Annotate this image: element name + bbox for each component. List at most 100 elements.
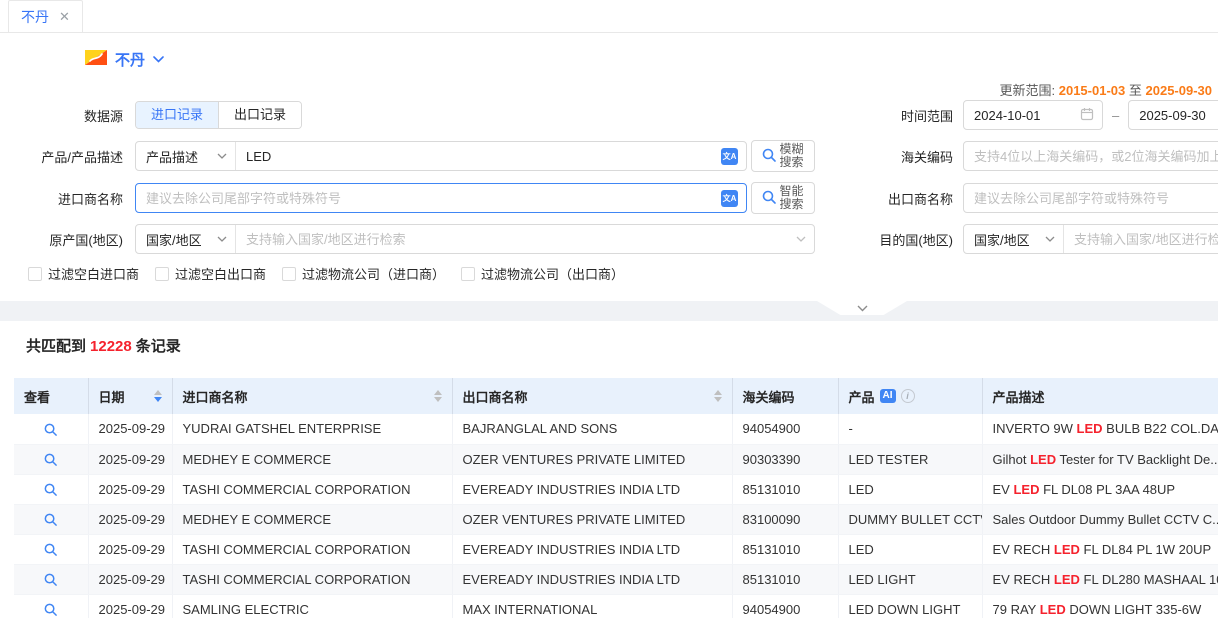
view-cell[interactable] xyxy=(14,594,88,618)
view-cell[interactable] xyxy=(14,504,88,534)
hs-code-cell: 90303390 xyxy=(732,444,838,474)
exporter-link[interactable]: EVEREADY INDUSTRIES INDIA LTD xyxy=(452,534,732,564)
end-date-input[interactable]: 2025-09-30 xyxy=(1128,100,1218,130)
product-input-group: 产品描述 文A xyxy=(135,141,747,171)
product-cell[interactable]: LED xyxy=(838,534,982,564)
product-type-select[interactable]: 产品描述 xyxy=(136,142,236,170)
description-cell: EV RECH LED FL DL280 MASHAAL 10... xyxy=(982,564,1218,594)
description-cell: 79 RAY LED DOWN LIGHT 335-6W xyxy=(982,594,1218,618)
export-records-option[interactable]: 出口记录 xyxy=(219,102,301,128)
hs-code-input[interactable] xyxy=(963,141,1218,171)
start-date-value: 2024-10-01 xyxy=(974,108,1041,123)
filter-logistics-exporter-checkbox[interactable]: 过滤物流公司（出口商） xyxy=(461,264,624,283)
origin-input-group: 国家/地区 xyxy=(135,224,815,254)
magnifier-icon[interactable] xyxy=(43,422,58,437)
fuzzy-search-label: 模糊搜索 xyxy=(780,143,806,169)
import-records-option[interactable]: 进口记录 xyxy=(136,102,219,128)
description-cell: Sales Outdoor Dummy Bullet CCTV C... xyxy=(982,504,1218,534)
smart-search-button[interactable]: 智能搜索 xyxy=(751,182,815,214)
sort-icons[interactable] xyxy=(714,390,722,402)
date-cell: 2025-09-29 xyxy=(88,504,172,534)
exporter-link[interactable]: BAJRANGLAL AND SONS xyxy=(452,414,732,444)
collapse-panel-handle[interactable] xyxy=(817,301,907,315)
exporter-link[interactable]: EVEREADY INDUSTRIES INDIA LTD xyxy=(452,474,732,504)
view-cell[interactable] xyxy=(14,564,88,594)
hs-code-cell: 85131010 xyxy=(732,534,838,564)
magnifier-icon[interactable] xyxy=(43,542,58,557)
col-product-label: 产品 xyxy=(849,387,875,406)
col-product: 产品 AI i xyxy=(838,378,982,414)
filter-panel: 不丹 更新范围: 2015-01-03 至 2025-09-30 数据源 进口记… xyxy=(0,33,1218,301)
translate-icon[interactable]: 文A xyxy=(721,190,738,207)
table-row: 2025-09-29YUDRAI GATSHEL ENTERPRISEBAJRA… xyxy=(14,414,1218,444)
exporter-input[interactable] xyxy=(963,183,1218,213)
view-cell[interactable] xyxy=(14,534,88,564)
origin-country-input[interactable] xyxy=(236,225,796,253)
col-importer[interactable]: 进口商名称 xyxy=(172,378,452,414)
magnifier-icon xyxy=(761,147,777,166)
magnifier-icon[interactable] xyxy=(43,452,58,467)
product-cell[interactable]: DUMMY BULLET CCTV... xyxy=(838,504,982,534)
exporter-link[interactable]: OZER VENTURES PRIVATE LIMITED xyxy=(452,444,732,474)
importer-link[interactable]: TASHI COMMERCIAL CORPORATION xyxy=(172,534,452,564)
product-input[interactable] xyxy=(236,142,721,170)
sort-icons[interactable] xyxy=(154,390,162,402)
exporter-link[interactable]: OZER VENTURES PRIVATE LIMITED xyxy=(452,504,732,534)
magnifier-icon[interactable] xyxy=(43,512,58,527)
col-date[interactable]: 日期 xyxy=(88,378,172,414)
description-cell: INVERTO 9W LED BULB B22 COL.DA ... xyxy=(982,414,1218,444)
update-range-label: 更新范围: xyxy=(999,83,1055,98)
tab-bar: 不丹 ✕ xyxy=(0,0,1218,33)
table-row: 2025-09-29TASHI COMMERCIAL CORPORATIONEV… xyxy=(14,474,1218,504)
date-cell: 2025-09-29 xyxy=(88,534,172,564)
tab-bhutan[interactable]: 不丹 ✕ xyxy=(8,0,83,32)
destination-type-select[interactable]: 国家/地区 xyxy=(964,225,1064,253)
magnifier-icon[interactable] xyxy=(43,482,58,497)
view-cell[interactable] xyxy=(14,414,88,444)
sort-icons[interactable] xyxy=(434,390,442,402)
importer-link[interactable]: TASHI COMMERCIAL CORPORATION xyxy=(172,564,452,594)
description-cell: EV LED FL DL08 PL 3AA 48UP xyxy=(982,474,1218,504)
product-cell[interactable]: LED xyxy=(838,474,982,504)
translate-icon[interactable]: 文A xyxy=(721,148,738,165)
chevron-down-icon[interactable] xyxy=(796,236,806,242)
table-header-row: 查看 日期 进口商名称 出口商名称 xyxy=(14,378,1218,414)
table-row: 2025-09-29MEDHEY E COMMERCEOZER VENTURES… xyxy=(14,504,1218,534)
product-cell[interactable]: LED LIGHT xyxy=(838,564,982,594)
filter-logistics-importer-checkbox[interactable]: 过滤物流公司（进口商） xyxy=(282,264,445,283)
checkbox-label: 过滤物流公司（出口商） xyxy=(481,264,624,283)
destination-country-input[interactable] xyxy=(1064,225,1218,253)
description-cell: EV RECH LED FL DL84 PL 1W 20UP xyxy=(982,534,1218,564)
info-icon[interactable]: i xyxy=(901,389,915,403)
magnifier-icon xyxy=(761,189,777,208)
importer-link[interactable]: MEDHEY E COMMERCE xyxy=(172,444,452,474)
chevron-down-icon[interactable] xyxy=(153,56,164,63)
origin-type-select[interactable]: 国家/地区 xyxy=(136,225,236,253)
col-exporter[interactable]: 出口商名称 xyxy=(452,378,732,414)
importer-link[interactable]: TASHI COMMERCIAL CORPORATION xyxy=(172,474,452,504)
tab-close-icon[interactable]: ✕ xyxy=(59,9,70,25)
magnifier-icon[interactable] xyxy=(43,572,58,587)
exporter-link[interactable]: EVEREADY INDUSTRIES INDIA LTD xyxy=(452,564,732,594)
start-date-input[interactable]: 2024-10-01 xyxy=(963,100,1103,130)
importer-link[interactable]: YUDRAI GATSHEL ENTERPRISE xyxy=(172,414,452,444)
importer-input[interactable] xyxy=(136,184,721,212)
date-cell: 2025-09-29 xyxy=(88,594,172,618)
filter-blank-importer-checkbox[interactable]: 过滤空白进口商 xyxy=(28,264,139,283)
hs-code-cell: 85131010 xyxy=(732,564,838,594)
product-cell[interactable]: LED DOWN LIGHT xyxy=(838,594,982,618)
fuzzy-search-button[interactable]: 模糊搜索 xyxy=(751,140,815,172)
smart-search-label: 智能搜索 xyxy=(780,185,806,211)
filter-blank-exporter-checkbox[interactable]: 过滤空白出口商 xyxy=(155,264,266,283)
exporter-link[interactable]: MAX INTERNATIONAL xyxy=(452,594,732,618)
view-cell[interactable] xyxy=(14,474,88,504)
product-cell[interactable]: LED TESTER xyxy=(838,444,982,474)
destination-input-group: 国家/地区 xyxy=(963,224,1218,254)
view-cell[interactable] xyxy=(14,444,88,474)
magnifier-icon[interactable] xyxy=(43,602,58,617)
importer-link[interactable]: MEDHEY E COMMERCE xyxy=(172,504,452,534)
results-table: 查看 日期 进口商名称 出口商名称 xyxy=(14,378,1218,618)
importer-input-group: 文A xyxy=(135,183,747,213)
importer-link[interactable]: SAMLING ELECTRIC xyxy=(172,594,452,618)
exporter-label: 出口商名称 xyxy=(815,189,963,208)
